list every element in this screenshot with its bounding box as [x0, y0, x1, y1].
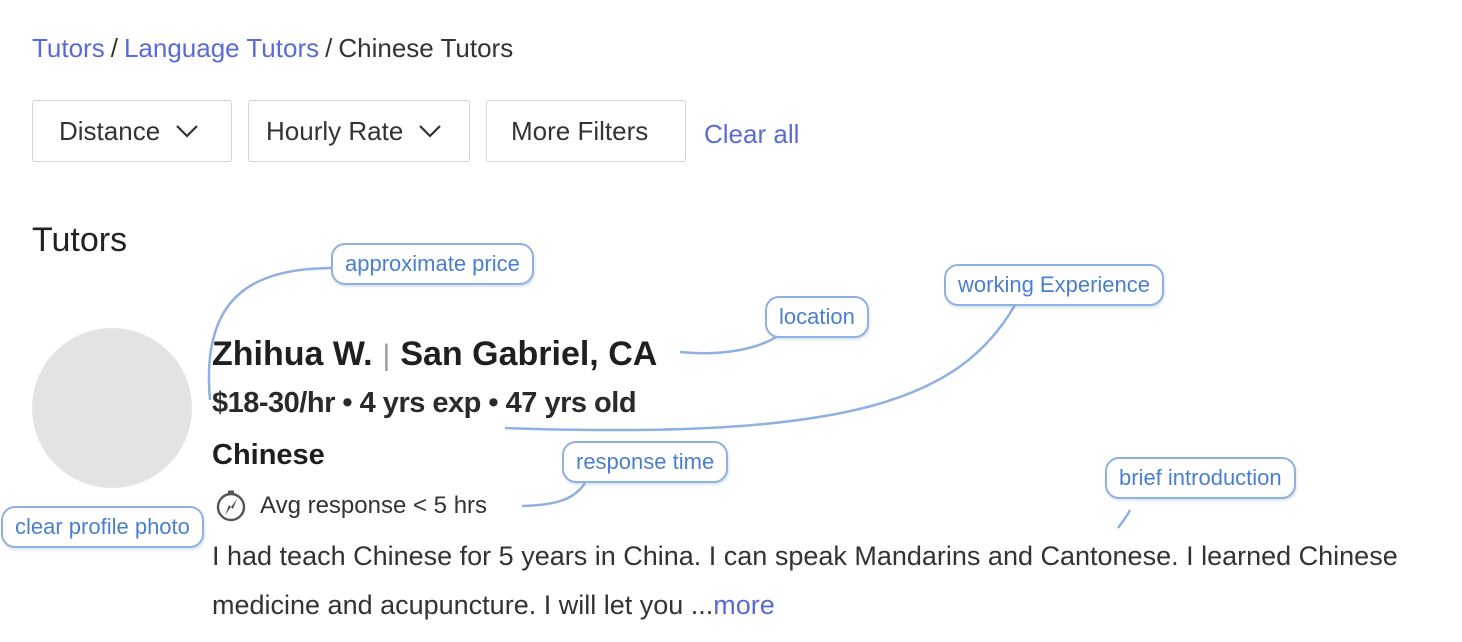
hourly-rate-filter-label: Hourly Rate: [266, 115, 404, 146]
section-title: Tutors: [32, 221, 128, 259]
more-filters-label: More Filters: [511, 115, 649, 146]
stopwatch-icon: [216, 490, 246, 522]
tutor-listing-page: Tutors / Language Tutors / Chinese Tutors Di…: [0, 0, 1462, 642]
tutor-header: Zhihua W. | San Gabriel, CA: [212, 332, 657, 378]
bio-more-link[interactable]: more: [713, 590, 775, 620]
annotation-clear-profile-photo: clear profile photo: [1, 506, 204, 548]
hourly-rate-filter-dropdown[interactable]: Hourly Rate: [248, 100, 470, 162]
annotation-location: location: [765, 296, 869, 338]
annotation-approximate-price: approximate price: [331, 243, 534, 285]
distance-filter-label: Distance: [59, 115, 161, 146]
tutor-bio: I had teach Chinese for 5 years in China…: [212, 532, 1452, 630]
name-divider: |: [382, 339, 391, 372]
more-filters-button[interactable]: More Filters: [486, 100, 686, 162]
tutor-avatar[interactable]: [32, 328, 192, 488]
response-time-row: Avg response < 5 hrs: [214, 488, 487, 524]
tutor-name[interactable]: Zhihua W.: [212, 335, 373, 373]
breadcrumb-separator: /: [110, 33, 118, 63]
breadcrumb-link-language-tutors[interactable]: Language Tutors: [124, 33, 319, 63]
breadcrumb-current: Chinese Tutors: [338, 33, 514, 63]
tutor-subject: Chinese: [212, 439, 325, 471]
bio-text: I had teach Chinese for 5 years in China…: [212, 541, 1398, 620]
breadcrumb: Tutors / Language Tutors / Chinese Tutors: [32, 30, 513, 66]
clear-all-link[interactable]: Clear all: [704, 116, 799, 152]
distance-filter-dropdown[interactable]: Distance: [32, 100, 232, 162]
annotation-working-experience: working Experience: [944, 264, 1164, 306]
response-time-text: Avg response < 5 hrs: [260, 492, 488, 519]
chevron-down-icon: [176, 125, 198, 138]
tutor-stats: $18-30/hr • 4 yrs exp • 47 yrs old: [212, 387, 637, 419]
annotation-response-time: response time: [562, 441, 729, 483]
tutor-location: San Gabriel, CA: [400, 335, 658, 373]
chevron-down-icon: [419, 125, 442, 138]
annotation-brief-introduction: brief introduction: [1105, 457, 1296, 499]
breadcrumb-separator: /: [325, 33, 333, 63]
breadcrumb-link-tutors[interactable]: Tutors: [32, 33, 105, 63]
